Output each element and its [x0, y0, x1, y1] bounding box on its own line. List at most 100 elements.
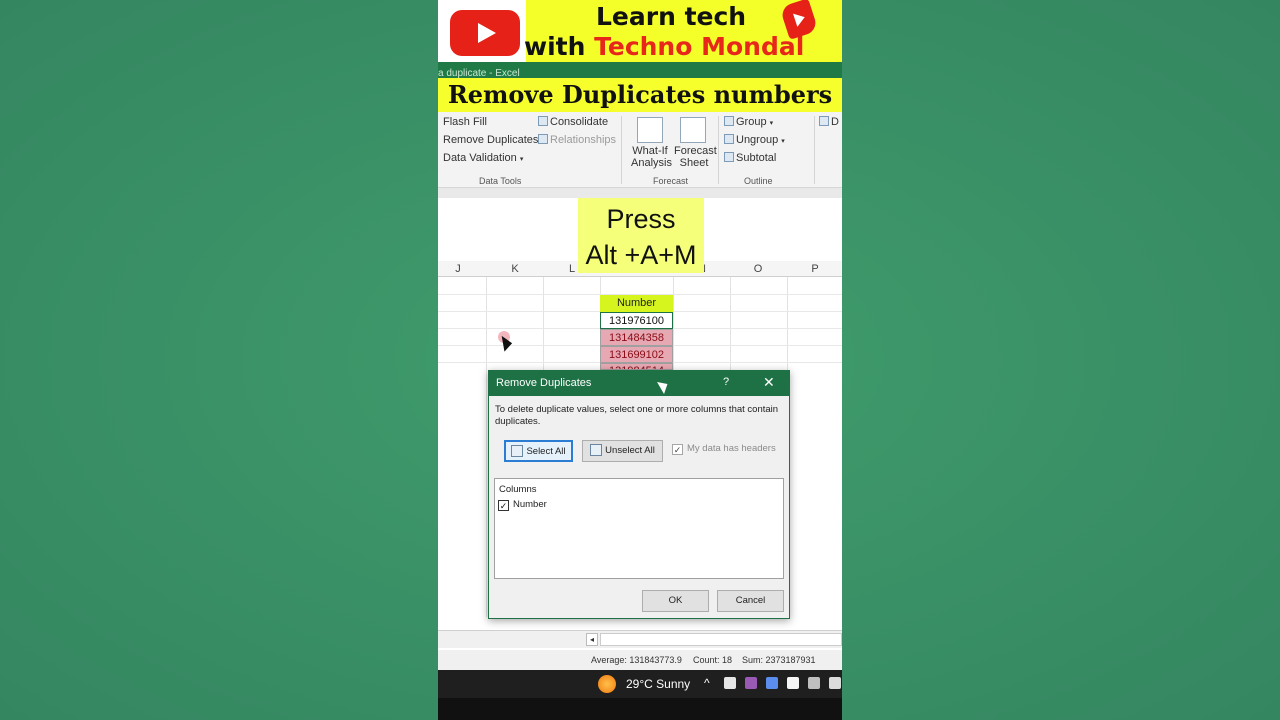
chevron-up-icon[interactable]: ^ [704, 676, 710, 690]
channel-banner: Learn tech with Techno Mondal [438, 0, 842, 62]
onenote-icon[interactable] [745, 677, 757, 689]
column-checkbox-number[interactable]: ✓ Number [498, 499, 547, 511]
help-icon[interactable]: ? [723, 376, 729, 388]
duplicate-number-cell[interactable]: 131484358 [600, 329, 673, 346]
video-title-banner: Remove Duplicates numbers [438, 78, 842, 112]
relationships-icon [538, 134, 548, 144]
usb-icon[interactable] [724, 677, 736, 689]
weather-widget[interactable]: 29°C Sunny [626, 677, 690, 691]
forecast-group-label: Forecast [653, 176, 689, 186]
scrollbar-track[interactable] [600, 633, 842, 646]
close-icon[interactable]: ✕ [763, 374, 775, 391]
ok-button[interactable]: OK [642, 590, 709, 612]
subtotal-label: Subtotal [736, 152, 777, 164]
ribbon-divider [718, 116, 719, 184]
consolidate-label: Consolidate [550, 116, 609, 128]
ribbon-divider [814, 116, 815, 184]
mouse-cursor-icon [657, 377, 671, 395]
data-validation-label: Data Validation [443, 152, 517, 164]
unselect-all-label: Unselect All [605, 445, 655, 456]
dialog-title-bar[interactable]: Remove Duplicates ? ✕ [489, 371, 789, 396]
column-header-j[interactable]: J [448, 263, 468, 275]
battery-icon[interactable] [829, 677, 841, 689]
ungroup-icon [724, 134, 734, 144]
my-data-has-headers-checkbox[interactable]: ✓ My data has headers [672, 443, 776, 455]
ungroup-button[interactable]: Ungroup ▾ [724, 134, 785, 146]
subtotal-button[interactable]: Subtotal [724, 152, 776, 164]
chevron-down-icon: ▾ [781, 138, 785, 145]
sun-weather-icon [598, 675, 616, 693]
shortcut-overlay: Press Alt +A+M [578, 198, 704, 273]
video-bottom-edge [438, 698, 842, 720]
select-all-button[interactable]: Select All [504, 440, 573, 462]
status-bar: Average: 131843773.9 Count: 18 Sum: 2373… [438, 650, 842, 670]
relationships-button[interactable]: Relationships [538, 134, 616, 146]
consolidate-button[interactable]: Consolidate [538, 116, 608, 128]
subtotal-icon [724, 152, 734, 162]
banner-channel-line: with Techno Mondal [524, 32, 804, 61]
checkbox-checked-icon: ✓ [672, 444, 683, 455]
unselect-all-button[interactable]: Unselect All [582, 440, 663, 462]
video-frame: Learn tech with Techno Mondal a duplicat… [438, 0, 842, 720]
what-if-analysis-button[interactable]: What-If Analysis [631, 145, 672, 169]
ribbon-overflow-button[interactable]: D [819, 116, 839, 128]
dialog-description: To delete duplicate values, select one o… [495, 404, 779, 427]
flash-fill-label: Flash Fill [443, 116, 488, 128]
flash-fill-button[interactable]: Flash Fill [443, 116, 487, 128]
columns-list[interactable]: Columns ✓ Number [494, 478, 784, 579]
number-header-cell[interactable]: Number [600, 295, 673, 312]
status-sum: Sum: 2373187931 [742, 655, 816, 665]
dialog-title: Remove Duplicates [496, 377, 592, 389]
data-tools-group-label: Data Tools [479, 176, 522, 186]
app-tray-icon[interactable] [787, 677, 799, 689]
chevron-down-icon: ▾ [769, 120, 774, 127]
chevron-down-icon: ▾ [519, 156, 524, 163]
forecast-sheet-button[interactable]: Forecast Sheet [674, 145, 717, 169]
group-button[interactable]: Group ▾ [724, 116, 773, 128]
horizontal-scrollbar[interactable]: ◂ [438, 630, 842, 648]
duplicate-number-cell[interactable]: 131984514 [600, 363, 673, 370]
what-if-label-2: Analysis [631, 157, 672, 169]
number-cell[interactable]: 131976100 [600, 312, 673, 329]
status-count: Count: 18 [693, 655, 733, 665]
select-all-label: Select All [526, 446, 566, 457]
remove-duplicates-dialog: Remove Duplicates ? ✕ To delete duplicat… [488, 370, 790, 619]
overlay-line-1: Press [606, 204, 676, 234]
banner-tagline: Learn tech [596, 2, 747, 31]
ribbon-overflow-icon [819, 116, 829, 126]
column-item-label: Number [513, 499, 547, 510]
group-label: Group [736, 116, 767, 128]
relationships-label: Relationships [550, 134, 617, 146]
banner-brand-name: Techno Mondal [594, 32, 805, 61]
ungroup-label: Ungroup [736, 134, 779, 146]
mouse-cursor-icon [501, 334, 514, 352]
headers-checkbox-label: My data has headers [687, 443, 776, 454]
duplicate-number-cell[interactable]: 131699102 [600, 346, 673, 363]
windows-taskbar: 29°C Sunny ^ [438, 670, 842, 698]
checkbox-checked-icon: ✓ [498, 500, 509, 511]
wifi-icon[interactable] [808, 677, 820, 689]
forecast-sheet-icon [680, 117, 706, 143]
outline-group-label: Outline [744, 176, 773, 186]
remove-duplicates-button[interactable]: Remove Duplicates [443, 134, 538, 146]
select-all-icon [511, 445, 524, 457]
consolidate-icon [538, 116, 548, 126]
column-header-k[interactable]: K [505, 263, 525, 275]
forecast-label-1: Forecast [674, 145, 717, 157]
columns-label: Columns [499, 484, 537, 495]
column-header-p[interactable]: P [805, 263, 825, 275]
forecast-label-2: Sheet [679, 157, 709, 169]
group-icon [724, 116, 734, 126]
remove-duplicates-label: Remove Duplicates [443, 134, 539, 146]
column-header-o[interactable]: O [748, 263, 768, 275]
teams-icon[interactable] [766, 677, 778, 689]
banner-prefix: with [524, 32, 595, 61]
what-if-icon [637, 117, 663, 143]
cancel-button[interactable]: Cancel [717, 590, 784, 612]
data-validation-button[interactable]: Data Validation ▾ [443, 152, 523, 164]
scroll-left-icon[interactable]: ◂ [586, 633, 598, 646]
unselect-all-icon [590, 444, 603, 456]
overlay-line-2: Alt +A+M [585, 240, 697, 270]
what-if-label-1: What-If [632, 145, 668, 157]
ribbon-divider [621, 116, 622, 184]
